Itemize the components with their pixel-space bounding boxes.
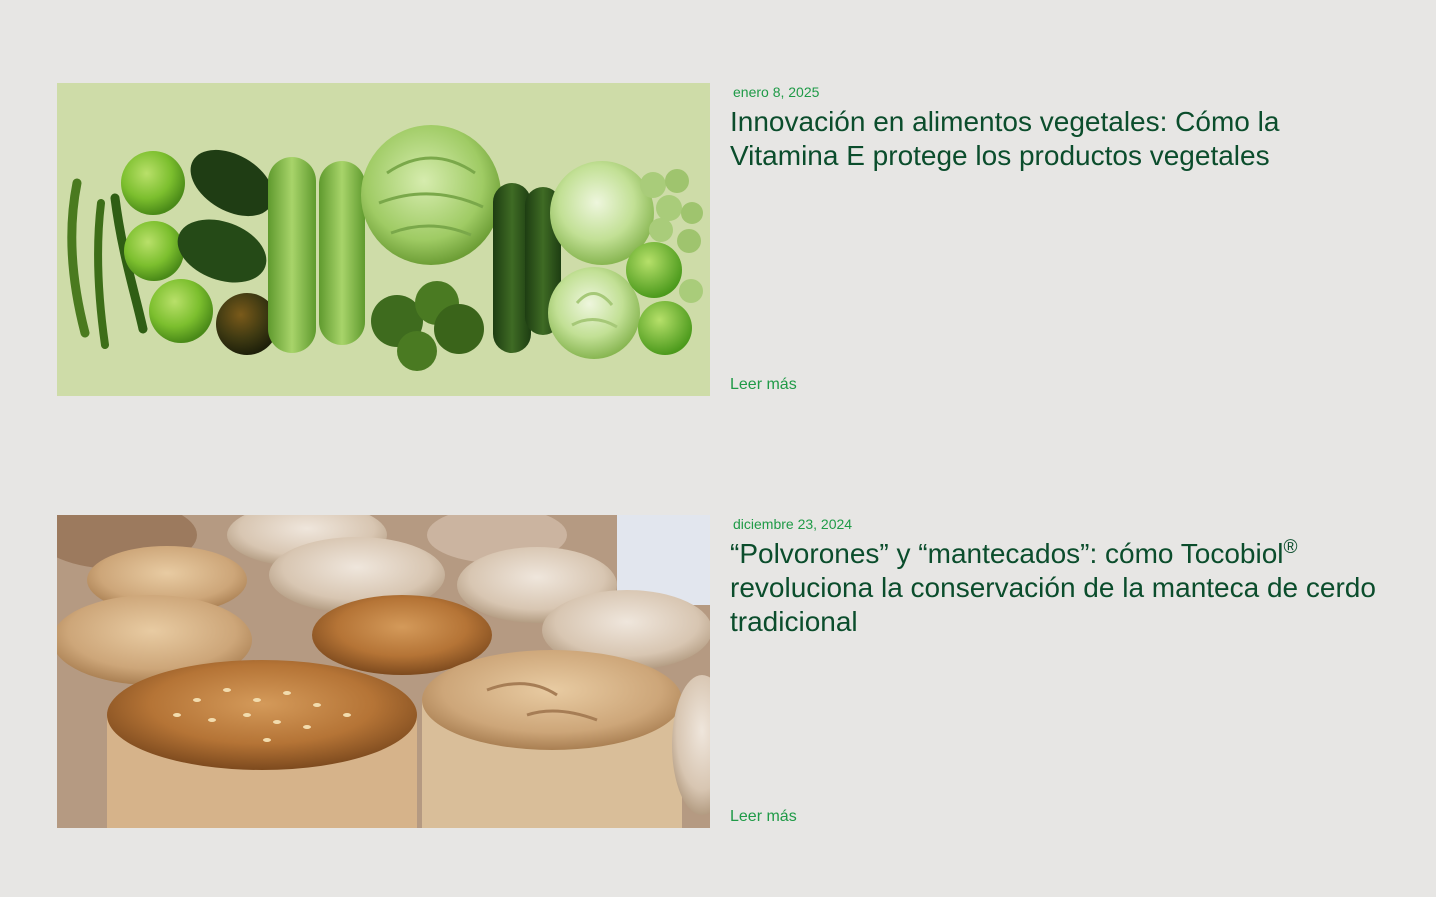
post-title[interactable]: Innovación en alimentos vegetales: Cómo …	[730, 105, 1390, 173]
registered-mark: ®	[1283, 537, 1298, 558]
post-thumbnail-polvorones[interactable]	[57, 515, 710, 828]
post-date: enero 8, 2025	[733, 84, 820, 100]
read-more-link[interactable]: Leer más	[730, 376, 797, 394]
read-more-link[interactable]: Leer más	[730, 808, 797, 826]
vegetables-image	[57, 83, 710, 396]
post-date: diciembre 23, 2024	[733, 516, 853, 532]
blog-post-card: diciembre 23, 2024 “Polvorones” y “mante…	[57, 515, 1397, 828]
blog-post-card: enero 8, 2025 Innovación en alimentos ve…	[57, 83, 1397, 396]
post-title[interactable]: “Polvorones” y “mantecados”: cómo Tocobi…	[730, 537, 1390, 639]
post-title-text[interactable]: “Polvorones” y “mantecados”: cómo Tocobi…	[730, 538, 1284, 569]
post-thumbnail-vegetables[interactable]	[57, 83, 710, 396]
post-title-text[interactable]: Innovación en alimentos vegetales: Cómo …	[730, 106, 1279, 171]
polvorones-image	[57, 515, 710, 828]
post-title-text-cont[interactable]: revoluciona la conservación de la mantec…	[730, 572, 1376, 637]
